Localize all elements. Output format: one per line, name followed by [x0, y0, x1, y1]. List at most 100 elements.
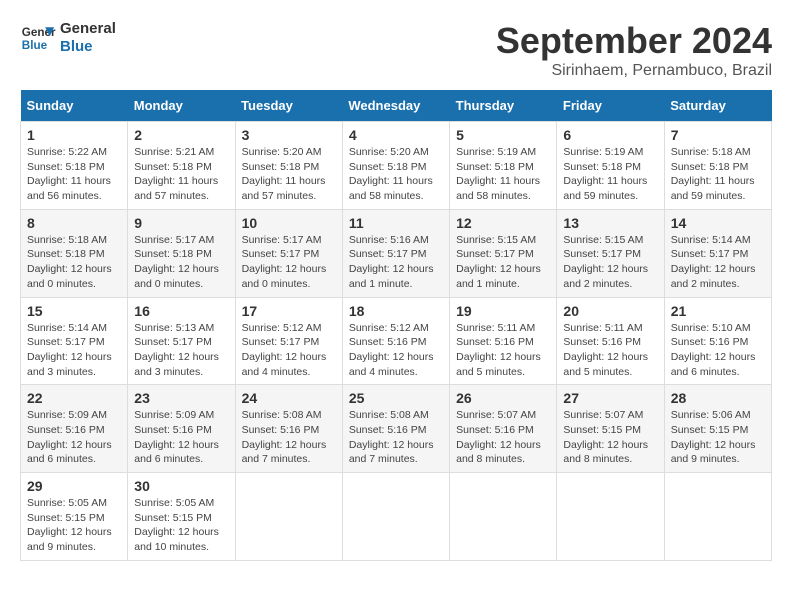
day-number: 22: [27, 390, 121, 406]
day-number: 18: [349, 303, 443, 319]
calendar-cell: 15 Sunrise: 5:14 AMSunset: 5:17 PMDayligh…: [21, 297, 128, 385]
day-info: Sunrise: 5:11 AMSunset: 5:16 PMDaylight:…: [563, 321, 657, 380]
day-info: Sunrise: 5:18 AMSunset: 5:18 PMDaylight:…: [671, 145, 765, 204]
calendar-cell: 26 Sunrise: 5:07 AMSunset: 5:16 PMDayligh…: [450, 385, 557, 473]
day-number: 5: [456, 127, 550, 143]
calendar-cell: 16 Sunrise: 5:13 AMSunset: 5:17 PMDayligh…: [128, 297, 235, 385]
calendar-header-row: SundayMondayTuesdayWednesdayThursdayFrid…: [21, 90, 772, 122]
day-info: Sunrise: 5:05 AMSunset: 5:15 PMDaylight:…: [27, 496, 121, 555]
column-header-saturday: Saturday: [664, 90, 771, 122]
calendar-cell: [450, 473, 557, 561]
calendar-cell: [342, 473, 449, 561]
day-number: 7: [671, 127, 765, 143]
day-info: Sunrise: 5:22 AMSunset: 5:18 PMDaylight:…: [27, 145, 121, 204]
day-info: Sunrise: 5:12 AMSunset: 5:17 PMDaylight:…: [242, 321, 336, 380]
calendar-cell: 10Sunrise: 5:17 AMSunset: 5:17 PMDayligh…: [235, 209, 342, 297]
day-number: 25: [349, 390, 443, 406]
day-number: 26: [456, 390, 550, 406]
column-header-thursday: Thursday: [450, 90, 557, 122]
calendar-cell: 20 Sunrise: 5:11 AMSunset: 5:16 PMDayligh…: [557, 297, 664, 385]
day-number: 11: [349, 215, 443, 231]
day-number: 28: [671, 390, 765, 406]
calendar-cell: 11Sunrise: 5:16 AMSunset: 5:17 PMDayligh…: [342, 209, 449, 297]
calendar-cell: 4 Sunrise: 5:20 AMSunset: 5:18 PMDaylight…: [342, 122, 449, 210]
title-area: September 2024 Sirinhaem, Pernambuco, Br…: [496, 20, 772, 80]
day-number: 14: [671, 215, 765, 231]
day-number: 15: [27, 303, 121, 319]
logo-icon: General Blue: [20, 20, 56, 56]
day-number: 8: [27, 215, 121, 231]
day-info: Sunrise: 5:08 AMSunset: 5:16 PMDaylight:…: [349, 408, 443, 467]
day-number: 30: [134, 478, 228, 494]
calendar-week-row: 15 Sunrise: 5:14 AMSunset: 5:17 PMDayligh…: [21, 297, 772, 385]
calendar-week-row: 1 Sunrise: 5:22 AMSunset: 5:18 PMDaylight…: [21, 122, 772, 210]
calendar-week-row: 29 Sunrise: 5:05 AMSunset: 5:15 PMDayligh…: [21, 473, 772, 561]
day-info: Sunrise: 5:14 AMSunset: 5:17 PMDaylight:…: [27, 321, 121, 380]
calendar-cell: 30Sunrise: 5:05 AMSunset: 5:15 PMDayligh…: [128, 473, 235, 561]
calendar-week-row: 8Sunrise: 5:18 AMSunset: 5:18 PMDaylight…: [21, 209, 772, 297]
page-header: General Blue General Blue September 2024…: [20, 20, 772, 80]
column-header-tuesday: Tuesday: [235, 90, 342, 122]
day-number: 12: [456, 215, 550, 231]
day-number: 16: [134, 303, 228, 319]
calendar-cell: 27 Sunrise: 5:07 AMSunset: 5:15 PMDayligh…: [557, 385, 664, 473]
day-number: 29: [27, 478, 121, 494]
calendar-cell: [664, 473, 771, 561]
calendar-cell: 5 Sunrise: 5:19 AMSunset: 5:18 PMDaylight…: [450, 122, 557, 210]
day-info: Sunrise: 5:19 AMSunset: 5:18 PMDaylight:…: [456, 145, 550, 204]
calendar-week-row: 22 Sunrise: 5:09 AMSunset: 5:16 PMDayligh…: [21, 385, 772, 473]
calendar-cell: 1 Sunrise: 5:22 AMSunset: 5:18 PMDaylight…: [21, 122, 128, 210]
day-number: 6: [563, 127, 657, 143]
day-info: Sunrise: 5:07 AMSunset: 5:16 PMDaylight:…: [456, 408, 550, 467]
day-info: Sunrise: 5:14 AMSunset: 5:17 PMDaylight:…: [671, 233, 765, 292]
calendar-cell: 25 Sunrise: 5:08 AMSunset: 5:16 PMDayligh…: [342, 385, 449, 473]
calendar-cell: 12Sunrise: 5:15 AMSunset: 5:17 PMDayligh…: [450, 209, 557, 297]
day-number: 1: [27, 127, 121, 143]
day-number: 17: [242, 303, 336, 319]
calendar-cell: 19Sunrise: 5:11 AMSunset: 5:16 PMDayligh…: [450, 297, 557, 385]
day-info: Sunrise: 5:06 AMSunset: 5:15 PMDaylight:…: [671, 408, 765, 467]
column-header-sunday: Sunday: [21, 90, 128, 122]
day-info: Sunrise: 5:20 AMSunset: 5:18 PMDaylight:…: [242, 145, 336, 204]
day-number: 23: [134, 390, 228, 406]
column-header-wednesday: Wednesday: [342, 90, 449, 122]
calendar-cell: 23 Sunrise: 5:09 AMSunset: 5:16 PMDayligh…: [128, 385, 235, 473]
day-number: 24: [242, 390, 336, 406]
calendar-cell: 28 Sunrise: 5:06 AMSunset: 5:15 PMDayligh…: [664, 385, 771, 473]
day-number: 2: [134, 127, 228, 143]
day-info: Sunrise: 5:13 AMSunset: 5:17 PMDaylight:…: [134, 321, 228, 380]
day-info: Sunrise: 5:19 AMSunset: 5:18 PMDaylight:…: [563, 145, 657, 204]
day-number: 21: [671, 303, 765, 319]
day-number: 3: [242, 127, 336, 143]
calendar-cell: 29 Sunrise: 5:05 AMSunset: 5:15 PMDayligh…: [21, 473, 128, 561]
logo-text-general: General: [60, 20, 116, 38]
calendar-cell: 3 Sunrise: 5:20 AMSunset: 5:18 PMDaylight…: [235, 122, 342, 210]
calendar-cell: 21 Sunrise: 5:10 AMSunset: 5:16 PMDayligh…: [664, 297, 771, 385]
column-header-monday: Monday: [128, 90, 235, 122]
calendar-cell: [235, 473, 342, 561]
location-title: Sirinhaem, Pernambuco, Brazil: [496, 62, 772, 80]
day-info: Sunrise: 5:07 AMSunset: 5:15 PMDaylight:…: [563, 408, 657, 467]
day-info: Sunrise: 5:10 AMSunset: 5:16 PMDaylight:…: [671, 321, 765, 380]
logo-text-blue: Blue: [60, 38, 116, 56]
day-info: Sunrise: 5:11 AMSunset: 5:16 PMDaylight:…: [456, 321, 550, 380]
calendar-cell: 6 Sunrise: 5:19 AMSunset: 5:18 PMDaylight…: [557, 122, 664, 210]
day-info: Sunrise: 5:12 AMSunset: 5:16 PMDaylight:…: [349, 321, 443, 380]
day-number: 27: [563, 390, 657, 406]
calendar-cell: 9Sunrise: 5:17 AMSunset: 5:18 PMDaylight…: [128, 209, 235, 297]
logo: General Blue General Blue: [20, 20, 116, 56]
calendar-cell: 22Sunrise: 5:09 AMSunset: 5:16 PMDayligh…: [21, 385, 128, 473]
day-info: Sunrise: 5:09 AMSunset: 5:16 PMDaylight:…: [134, 408, 228, 467]
day-info: Sunrise: 5:20 AMSunset: 5:18 PMDaylight:…: [349, 145, 443, 204]
svg-text:Blue: Blue: [22, 39, 48, 52]
day-info: Sunrise: 5:08 AMSunset: 5:16 PMDaylight:…: [242, 408, 336, 467]
column-header-friday: Friday: [557, 90, 664, 122]
calendar-cell: 17 Sunrise: 5:12 AMSunset: 5:17 PMDayligh…: [235, 297, 342, 385]
day-number: 4: [349, 127, 443, 143]
calendar-cell: 2 Sunrise: 5:21 AMSunset: 5:18 PMDaylight…: [128, 122, 235, 210]
day-info: Sunrise: 5:15 AMSunset: 5:17 PMDaylight:…: [563, 233, 657, 292]
day-info: Sunrise: 5:21 AMSunset: 5:18 PMDaylight:…: [134, 145, 228, 204]
calendar-table: SundayMondayTuesdayWednesdayThursdayFrid…: [20, 90, 772, 561]
day-number: 20: [563, 303, 657, 319]
day-number: 9: [134, 215, 228, 231]
